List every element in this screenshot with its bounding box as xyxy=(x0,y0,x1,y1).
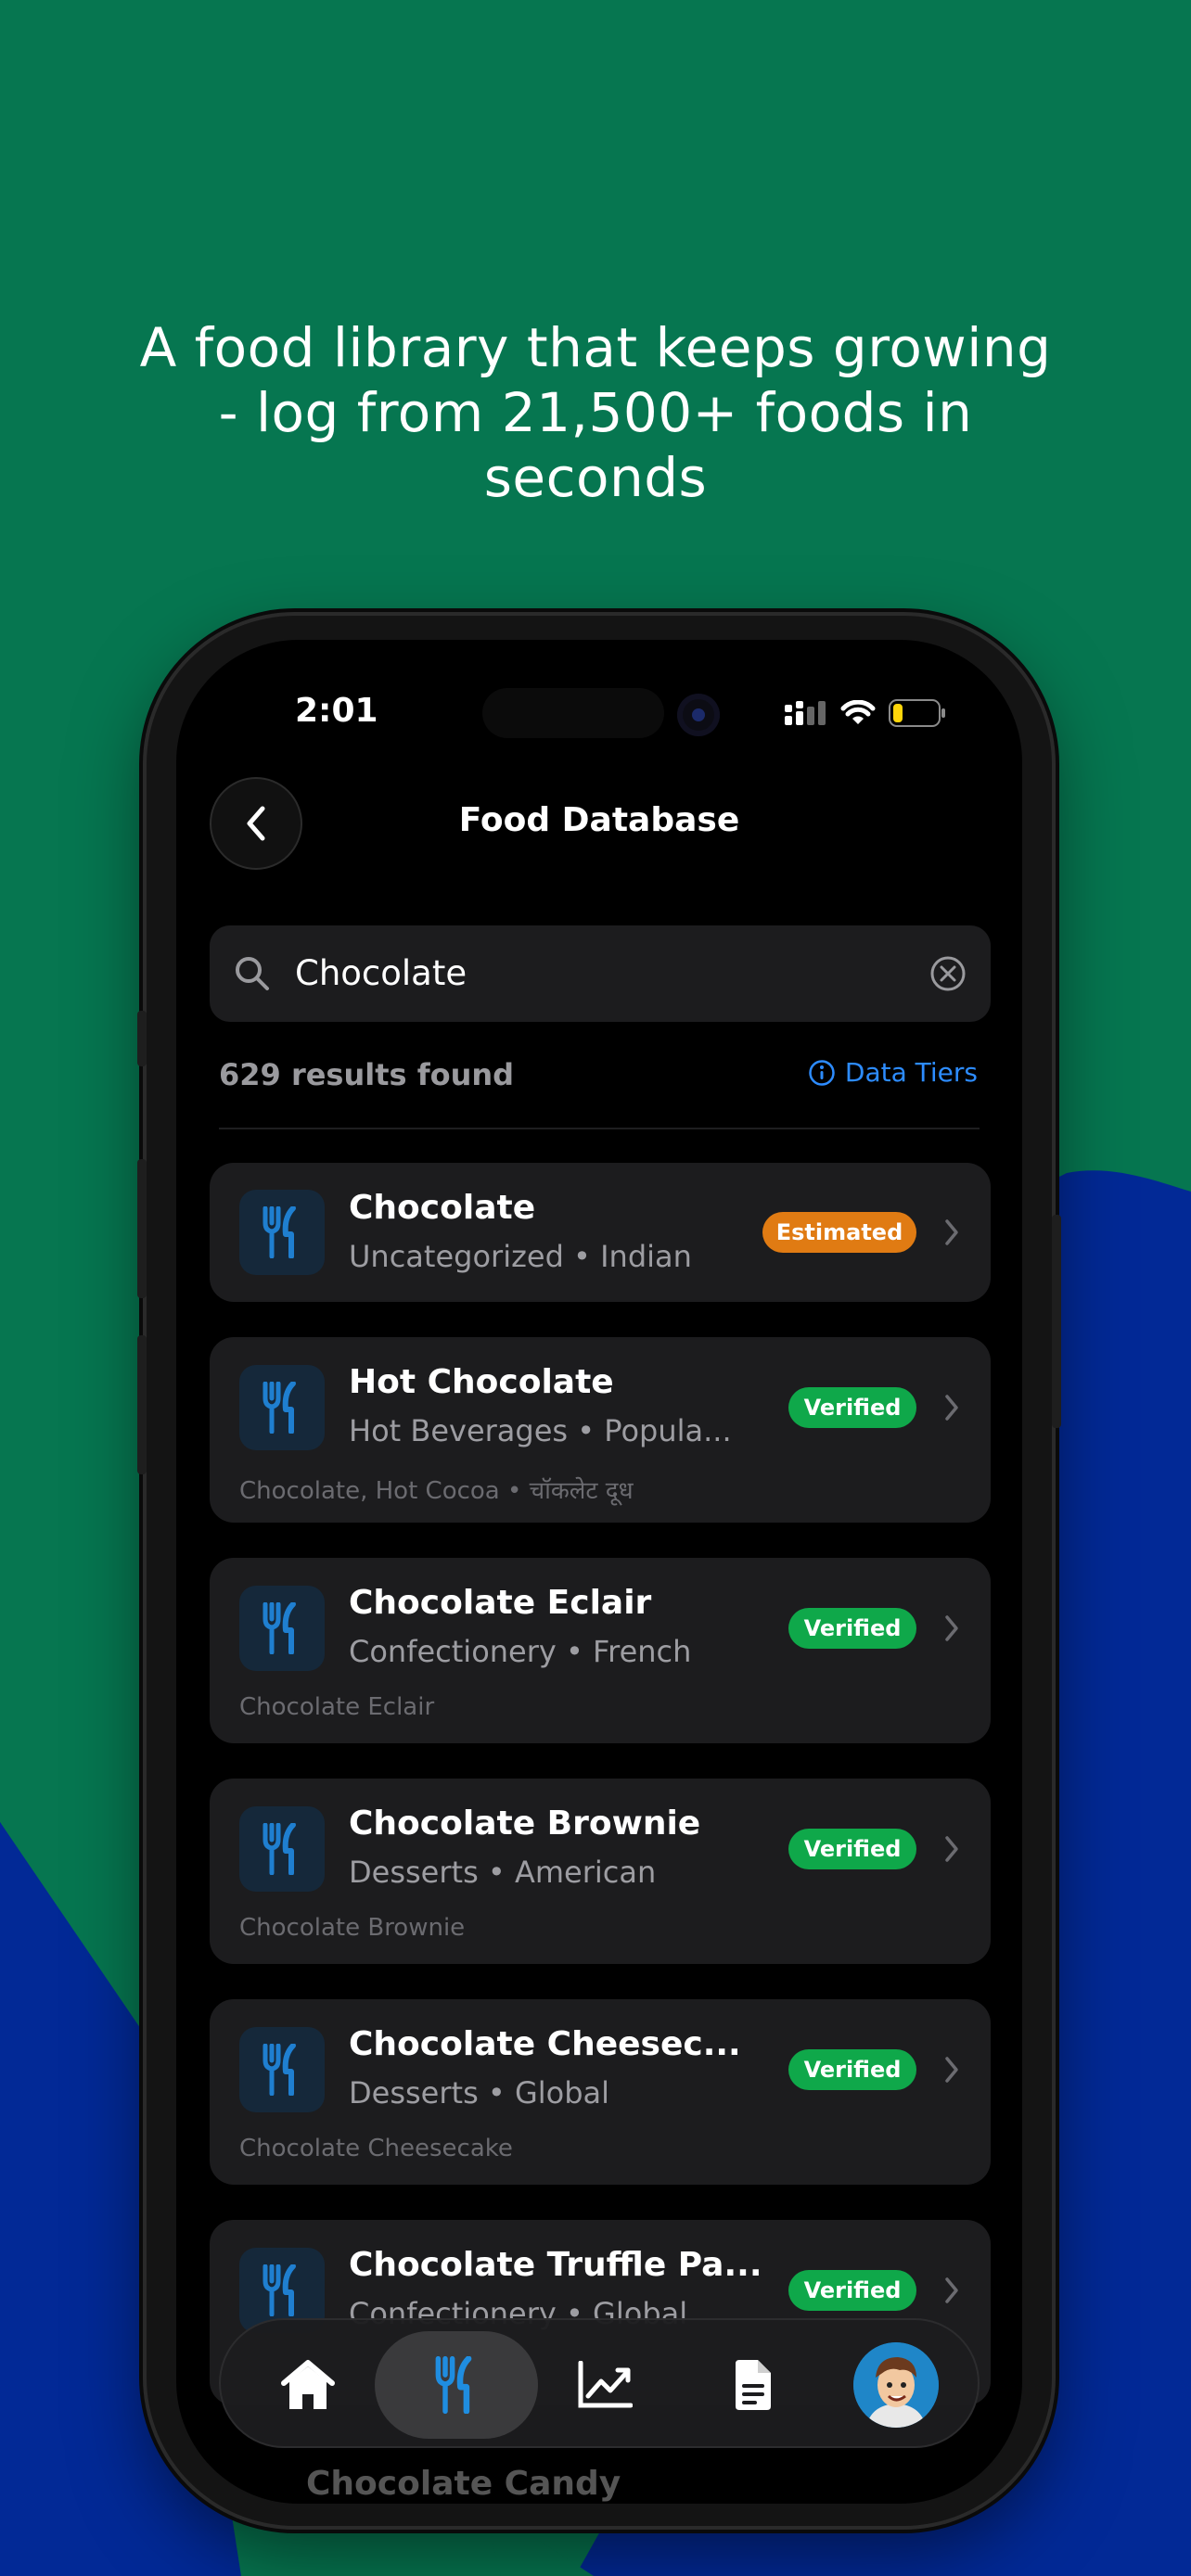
estimated-badge: Estimated xyxy=(762,1212,916,1253)
avatar-icon xyxy=(853,2342,939,2428)
data-tiers-label: Data Tiers xyxy=(844,1057,978,1088)
food-item-chocolate-eclair[interactable]: Chocolate Eclair Confectionery • French … xyxy=(210,1558,991,1743)
fork-knife-icon xyxy=(239,1586,325,1671)
food-item-hot-chocolate[interactable]: Hot Chocolate Hot Beverages • Popula... … xyxy=(210,1337,991,1523)
phone-volume-down xyxy=(137,1335,147,1474)
verified-badge: Verified xyxy=(788,1387,916,1428)
food-name: Chocolate Cheesec... xyxy=(349,2025,741,2063)
signal-icon xyxy=(785,701,826,725)
food-item-peek: Chocolate Candy xyxy=(306,2465,621,2503)
verified-badge: Verified xyxy=(788,2270,916,2311)
chevron-right-icon xyxy=(945,1395,958,1421)
avatar xyxy=(853,2342,939,2428)
fork-knife-icon xyxy=(435,2356,472,2414)
page-title: Food Database xyxy=(458,801,740,839)
food-name: Chocolate Eclair xyxy=(349,1584,652,1622)
food-category: Confectionery • French xyxy=(349,1634,692,1669)
info-icon xyxy=(809,1059,835,1086)
phone-volume-up xyxy=(137,1159,147,1298)
camera-icon xyxy=(677,694,720,736)
battery-icon xyxy=(889,699,945,727)
verified-badge: Verified xyxy=(788,2049,916,2090)
food-category: Desserts • American xyxy=(349,1855,657,1890)
wifi-icon xyxy=(840,700,876,724)
status-time: 2:01 xyxy=(295,692,378,730)
results-count: 629 results found xyxy=(219,1057,515,1092)
document-icon xyxy=(736,2360,771,2410)
search-bar[interactable]: Chocolate xyxy=(210,925,991,1022)
food-category: Desserts • Global xyxy=(349,2075,610,2111)
food-aliases: Chocolate Brownie xyxy=(239,1914,466,1942)
food-name: Chocolate Truffle Pa... xyxy=(349,2246,762,2284)
food-name: Hot Chocolate xyxy=(349,1363,614,1401)
chevron-right-icon xyxy=(945,2057,958,2083)
food-item-chocolate[interactable]: Chocolate Uncategorized • Indian Estimat… xyxy=(210,1163,991,1302)
tab-progress[interactable] xyxy=(523,2331,686,2439)
food-aliases: Chocolate Eclair xyxy=(239,1693,435,1721)
tab-home[interactable] xyxy=(226,2331,390,2439)
food-aliases: Chocolate, Hot Cocoa • चॉकलेट दूध xyxy=(239,1477,634,1505)
fork-knife-icon xyxy=(239,1806,325,1892)
food-aliases: Chocolate Cheesecake xyxy=(239,2135,513,2162)
clear-circle-icon[interactable] xyxy=(929,955,967,992)
food-name: Chocolate xyxy=(349,1189,536,1227)
tab-food[interactable] xyxy=(375,2331,538,2439)
food-category: Hot Beverages • Popula... xyxy=(349,1413,732,1448)
tab-profile[interactable] xyxy=(814,2331,978,2439)
home-icon xyxy=(281,2360,335,2409)
food-item-chocolate-cheesecake[interactable]: Chocolate Cheesec... Desserts • Global C… xyxy=(210,1999,991,2185)
fork-knife-icon xyxy=(239,1190,325,1275)
search-input[interactable]: Chocolate xyxy=(295,953,467,993)
verified-badge: Verified xyxy=(788,1608,916,1649)
chart-icon xyxy=(578,2361,633,2408)
data-tiers-link[interactable]: Data Tiers xyxy=(808,1057,978,1088)
verified-badge: Verified xyxy=(788,1829,916,1869)
food-item-chocolate-brownie[interactable]: Chocolate Brownie Desserts • American Ch… xyxy=(210,1779,991,1964)
marketing-headline: A food library that keeps growing - log … xyxy=(139,316,1052,509)
search-icon xyxy=(236,957,269,990)
tab-bar xyxy=(219,2318,980,2448)
food-category: Uncategorized • Indian xyxy=(349,1239,692,1274)
phone-mute-switch xyxy=(137,1011,147,1066)
chevron-right-icon xyxy=(945,1219,958,1245)
phone-screen: 2:01 Food Database Chocolate 629 results… xyxy=(176,640,1022,2504)
fork-knife-icon xyxy=(239,2027,325,2112)
divider xyxy=(219,1128,980,1129)
status-icons xyxy=(785,699,946,727)
tab-reports[interactable] xyxy=(672,2331,835,2439)
dynamic-island xyxy=(482,688,664,738)
chevron-right-icon xyxy=(945,2277,958,2303)
phone-power-button xyxy=(1052,1215,1061,1428)
chevron-right-icon xyxy=(945,1836,958,1862)
fork-knife-icon xyxy=(239,1365,325,1450)
food-name: Chocolate Brownie xyxy=(349,1804,701,1843)
chevron-right-icon xyxy=(945,1615,958,1641)
